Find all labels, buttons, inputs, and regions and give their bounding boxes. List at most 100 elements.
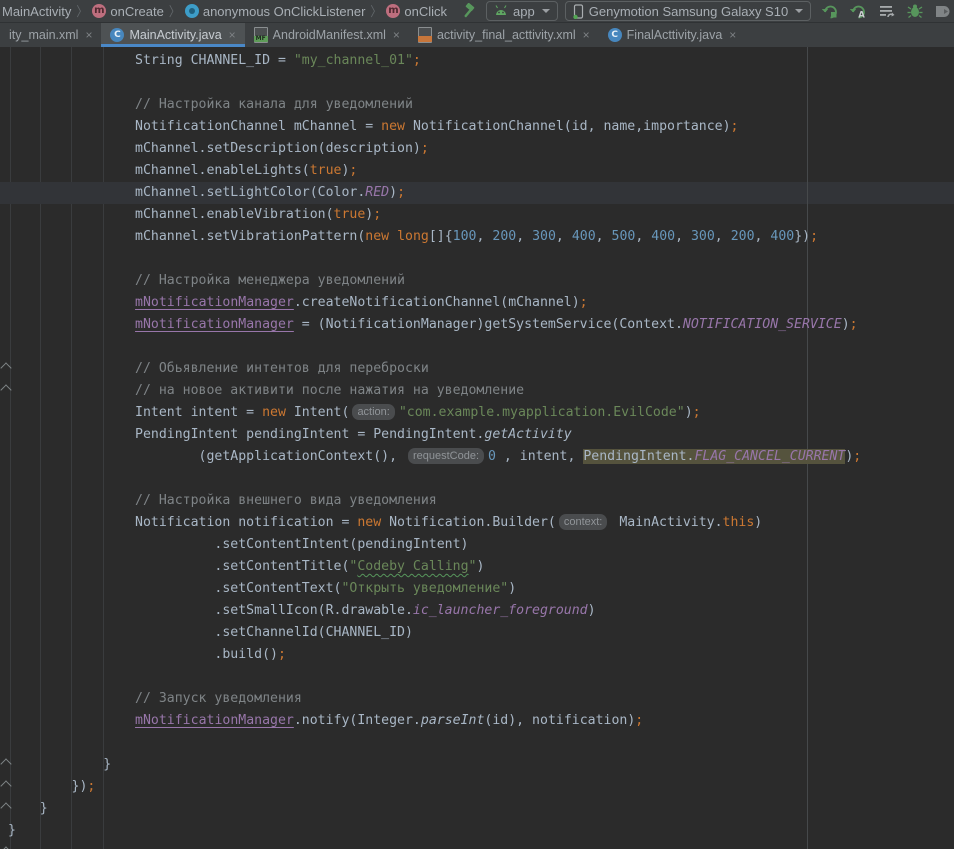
tab-close-icon[interactable]: × xyxy=(729,29,736,41)
tab-label: ity_main.xml xyxy=(9,28,78,42)
code-token: .setContentIntent(pendingIntent) xyxy=(8,537,469,552)
code-token: // Настройка канала для уведомлений xyxy=(8,97,413,112)
code-line[interactable] xyxy=(8,336,861,358)
breadcrumb-item[interactable]: MainActivity xyxy=(2,4,71,19)
code-token: new xyxy=(365,229,389,244)
code-token: ; xyxy=(87,779,95,794)
build-hammer-icon[interactable] xyxy=(459,3,476,20)
code-token: "com.example.myapplication.EvilCode" xyxy=(399,405,685,420)
breadcrumb-label: MainActivity xyxy=(2,4,71,19)
breadcrumb-item[interactable]: monClick xyxy=(386,4,447,19)
lines-refresh-button[interactable] xyxy=(878,3,895,20)
code-line[interactable]: mChannel.setLightColor(Color.RED); xyxy=(8,182,861,204)
code-line[interactable]: mChannel.enableLights(true); xyxy=(8,160,861,182)
code-token: } xyxy=(8,823,16,838)
code-token: RED xyxy=(365,185,389,200)
code-line[interactable]: Intent intent = new Intent(action:"com.e… xyxy=(8,402,861,424)
editor-tab-ity_main.xml[interactable]: ity_main.xml × xyxy=(0,23,101,47)
code-line[interactable]: } xyxy=(8,754,861,776)
code-token: NotificationChannel(id, name,importance) xyxy=(405,119,731,134)
code-line[interactable]: .setContentTitle("Codeby Calling") xyxy=(8,556,861,578)
code-line[interactable]: mNotificationManager.createNotificationC… xyxy=(8,292,861,314)
code-token: NotificationChannel mChannel = xyxy=(8,119,381,134)
breadcrumb-separator: 〉 xyxy=(169,1,180,20)
code-token: new xyxy=(381,119,405,134)
svg-text:A: A xyxy=(858,10,865,20)
code-line[interactable]: mChannel.setDescription(description); xyxy=(8,138,861,160)
run-configuration-selector[interactable]: app xyxy=(486,1,558,21)
code-token: parseInt xyxy=(421,713,485,728)
editor-tab-MainActivity.java[interactable]: CMainActivity.java× xyxy=(101,23,244,47)
code-line[interactable]: Notification notification = new Notifica… xyxy=(8,512,861,534)
code-token: , xyxy=(556,229,572,244)
code-token: , xyxy=(516,229,532,244)
apply-code-changes-button[interactable]: A xyxy=(850,3,867,20)
editor-tab-FinalActtivity.java[interactable]: CFinalActtivity.java× xyxy=(599,23,746,47)
code-line[interactable]: mChannel.enableVibration(true); xyxy=(8,204,861,226)
code-token: ) xyxy=(588,603,596,618)
code-line[interactable] xyxy=(8,248,861,270)
code-token: new xyxy=(262,405,286,420)
breadcrumb-item[interactable]: anonymous OnClickListener xyxy=(185,4,366,19)
debug-button[interactable] xyxy=(906,3,923,20)
code-token: ; xyxy=(349,163,357,178)
code-editor[interactable]: String CHANNEL_ID = "my_channel_01"; // … xyxy=(0,47,954,849)
manifest-icon: MF xyxy=(254,27,268,43)
tab-label: AndroidManifest.xml xyxy=(273,28,386,42)
code-line[interactable] xyxy=(8,468,861,490)
code-token: ; xyxy=(580,295,588,310)
attach-clipped-button[interactable] xyxy=(934,3,951,20)
code-text[interactable]: String CHANNEL_ID = "my_channel_01"; // … xyxy=(8,50,861,842)
code-line[interactable]: String CHANNEL_ID = "my_channel_01"; xyxy=(8,50,861,72)
code-line[interactable]: NotificationChannel mChannel = new Notif… xyxy=(8,116,861,138)
tab-close-icon[interactable]: × xyxy=(85,29,92,41)
code-line[interactable]: .setChannelId(CHANNEL_ID) xyxy=(8,622,861,644)
code-token: = (NotificationManager)getSystemService(… xyxy=(294,317,683,332)
code-line[interactable]: // Запуск уведомления xyxy=(8,688,861,710)
editor-tab-AndroidManifest.xml[interactable]: MF AndroidManifest.xml × xyxy=(245,23,409,47)
code-token: NOTIFICATION_SERVICE xyxy=(683,317,842,332)
code-token: ; xyxy=(413,53,421,68)
code-line[interactable] xyxy=(8,72,861,94)
code-line[interactable]: mNotificationManager.notify(Integer.pars… xyxy=(8,710,861,732)
code-token: , xyxy=(635,229,651,244)
apply-changes-restart-button[interactable] xyxy=(822,3,839,20)
device-selector[interactable]: Genymotion Samsung Galaxy S10 xyxy=(565,1,811,21)
tab-close-icon[interactable]: × xyxy=(393,29,400,41)
code-line[interactable]: } xyxy=(8,820,861,842)
code-line[interactable]: .build(); xyxy=(8,644,861,666)
code-line[interactable]: }); xyxy=(8,776,861,798)
code-line[interactable]: (getApplicationContext(), requestCode:0 … xyxy=(8,446,861,468)
code-token: // Настройка менеджера уведомлений xyxy=(8,273,405,288)
code-line[interactable]: // Настройка менеджера уведомлений xyxy=(8,270,861,292)
code-line[interactable]: } xyxy=(8,798,861,820)
code-token: .notify(Integer. xyxy=(294,713,421,728)
editor-tab-activity_final_acttivity.xml[interactable]: activity_final_acttivity.xml× xyxy=(409,23,599,47)
code-line[interactable]: .setContentText("Открыть уведомление") xyxy=(8,578,861,600)
code-line[interactable] xyxy=(8,732,861,754)
breadcrumb-item[interactable]: monCreate xyxy=(92,4,163,19)
code-token: 300 xyxy=(691,229,715,244)
code-token: , xyxy=(476,229,492,244)
code-line[interactable]: mChannel.setVibrationPattern(new long[]{… xyxy=(8,226,861,248)
tab-close-icon[interactable]: × xyxy=(583,29,590,41)
code-line[interactable]: // Настройка канала для уведомлений xyxy=(8,94,861,116)
code-token: PendingIntent pendingIntent = PendingInt… xyxy=(8,427,484,442)
code-line[interactable]: mNotificationManager = (NotificationMana… xyxy=(8,314,861,336)
tab-label: MainActivity.java xyxy=(129,28,221,42)
code-line[interactable]: // на новое активити после нажатия на ув… xyxy=(8,380,861,402)
code-token: []{ xyxy=(429,229,453,244)
tab-close-icon[interactable]: × xyxy=(229,29,236,41)
code-line[interactable]: // Настройка внешнего вида уведомления xyxy=(8,490,861,512)
hammer-icon xyxy=(460,3,476,19)
code-line[interactable]: PendingIntent pendingIntent = PendingInt… xyxy=(8,424,861,446)
apply-changes-restart-icon xyxy=(822,3,839,20)
code-line[interactable]: // Обьявление интентов для переброски xyxy=(8,358,861,380)
android-icon xyxy=(494,5,508,17)
code-line[interactable]: .setContentIntent(pendingIntent) xyxy=(8,534,861,556)
code-token: 0 xyxy=(488,449,496,464)
code-line[interactable] xyxy=(8,666,861,688)
breadcrumb-label: anonymous OnClickListener xyxy=(203,4,366,19)
code-line[interactable]: .setSmallIcon(R.drawable.ic_launcher_for… xyxy=(8,600,861,622)
code-token: ) xyxy=(842,317,850,332)
